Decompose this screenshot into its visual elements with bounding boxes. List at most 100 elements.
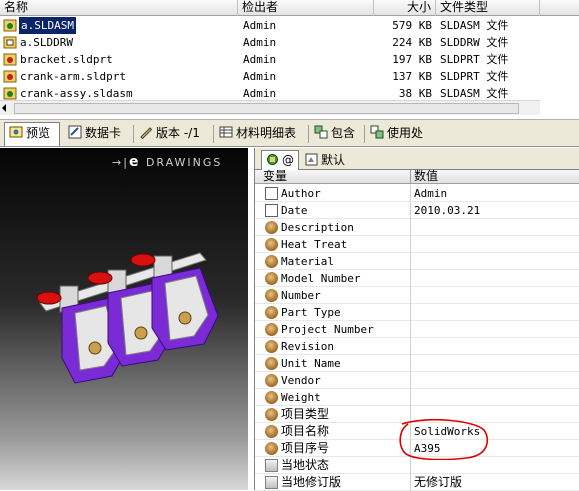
property-value[interactable]: Admin <box>414 185 447 202</box>
tab-preview[interactable]: 预览 <box>4 122 60 146</box>
property-row[interactable]: Date 2010.03.21 <box>255 202 579 219</box>
property-row[interactable]: Material <box>255 253 579 270</box>
file-list: 名称 检出者 大小 文件类型 a.SLDASM Admin 579 KB SLD… <box>0 0 579 117</box>
property-name: Date <box>281 204 308 217</box>
property-row[interactable]: Model Number <box>255 270 579 287</box>
custom-property-icon <box>265 323 278 336</box>
tab-label: 材料明细表 <box>236 126 297 140</box>
preview-pane: →|e DRAWINGS <box>0 148 248 490</box>
sldasm-file-icon <box>3 87 17 100</box>
custom-property-icon <box>265 255 278 268</box>
file-type: SLDPRT 文件 <box>440 53 509 66</box>
property-value[interactable]: SolidWorks <box>414 423 480 440</box>
custom-property-icon <box>265 374 278 387</box>
property-name: Description <box>281 221 354 234</box>
column-header-value[interactable]: 数值 <box>410 170 438 184</box>
column-divider <box>410 270 411 287</box>
custom-property-icon <box>265 425 278 438</box>
tab-label: @ <box>282 153 294 167</box>
property-name: 项目名称 <box>281 424 330 438</box>
property-row[interactable]: 项目序号 A395 <box>255 440 579 457</box>
property-row[interactable]: Unit Name <box>255 355 579 372</box>
custom-property-icon <box>265 306 278 319</box>
property-row[interactable]: Revision <box>255 338 579 355</box>
status-property-icon <box>265 459 278 472</box>
property-row[interactable]: 当地修订版 无修订版 <box>255 474 579 491</box>
horizontal-scrollbar[interactable] <box>0 100 540 115</box>
property-row[interactable]: 项目名称 SolidWorks <box>255 423 579 440</box>
tab-config-at[interactable]: @ <box>261 150 299 171</box>
column-divider <box>410 389 411 406</box>
column-divider <box>410 338 411 355</box>
property-name: Part Type <box>281 306 341 319</box>
file-row[interactable]: a.SLDDRW Admin 224 KB SLDDRW 文件 <box>0 34 540 51</box>
property-name: Unit Name <box>281 357 341 370</box>
property-row[interactable]: Project Number <box>255 321 579 338</box>
file-row[interactable]: bracket.sldprt Admin 197 KB SLDPRT 文件 <box>0 51 540 68</box>
property-name: 当地状态 <box>281 458 330 472</box>
column-divider <box>410 304 411 321</box>
property-row[interactable]: Part Type <box>255 304 579 321</box>
file-row[interactable]: a.SLDASM Admin 579 KB SLDASM 文件 <box>0 17 540 34</box>
file-checked-out-by: Admin <box>243 36 277 49</box>
file-type: SLDASM 文件 <box>440 87 509 100</box>
file-checked-out-by: Admin <box>243 19 277 32</box>
scrollbar-thumb[interactable] <box>14 103 519 114</box>
file-checked-out-by: Admin <box>243 70 277 83</box>
property-row[interactable]: Vendor <box>255 372 579 389</box>
column-divider <box>410 202 411 219</box>
property-row[interactable]: Heat Treat <box>255 236 579 253</box>
status-property-icon <box>265 476 278 489</box>
column-divider <box>410 321 411 338</box>
file-name: a.SLDDRW <box>20 36 73 49</box>
tab-label: 使用处 <box>387 126 424 140</box>
property-row[interactable]: Description <box>255 219 579 236</box>
file-type: SLDASM 文件 <box>440 19 509 32</box>
tab-bom[interactable]: 材料明细表 <box>215 123 307 145</box>
properties-pane: @ 默认 变量 数值 Author Admin Date 2010.03.21 Desc… <box>254 148 579 491</box>
column-header-type[interactable]: 文件类型 <box>436 0 540 16</box>
custom-property-icon <box>265 408 278 421</box>
column-divider <box>410 185 411 202</box>
tab-datacard[interactable]: 数据卡 <box>64 123 130 145</box>
bom-icon <box>219 126 233 138</box>
file-name: crank-arm.sldprt <box>20 70 126 83</box>
default-config-icon <box>305 153 318 166</box>
custom-property-icon <box>265 238 278 251</box>
custom-property-icon <box>265 221 278 234</box>
column-header-size[interactable]: 大小 <box>374 0 436 16</box>
property-row[interactable]: 项目类型 <box>255 406 579 423</box>
tab-where-used[interactable]: 使用处 <box>366 123 434 145</box>
property-row[interactable]: Weight <box>255 389 579 406</box>
custom-property-icon <box>265 391 278 404</box>
property-value[interactable]: 无修订版 <box>414 474 462 491</box>
custom-property-icon <box>265 442 278 455</box>
file-size: 38 KB <box>398 87 432 100</box>
column-divider <box>410 287 411 304</box>
assembly-preview-image <box>36 252 219 384</box>
sldprt-file-icon <box>3 70 17 83</box>
file-name: bracket.sldprt <box>20 53 113 66</box>
document-property-icon <box>265 204 278 217</box>
tab-label: 版本 -/1 <box>156 126 200 140</box>
property-row[interactable]: Number <box>255 287 579 304</box>
file-row[interactable]: crank-arm.sldprt Admin 137 KB SLDPRT 文件 <box>0 68 540 85</box>
column-divider <box>410 406 411 423</box>
column-divider <box>410 474 411 491</box>
column-header-variable[interactable]: 变量 <box>260 170 287 184</box>
property-value[interactable]: A395 <box>414 440 441 457</box>
column-header-checked-out-by[interactable]: 检出者 <box>238 0 374 16</box>
tab-config-default[interactable]: 默认 <box>301 151 363 170</box>
tab-contains[interactable]: 包含 <box>310 123 362 145</box>
property-name: Revision <box>281 340 334 353</box>
property-row[interactable]: 当地状态 <box>255 457 579 474</box>
scroll-left-arrow-icon[interactable] <box>2 104 6 112</box>
where-used-icon <box>370 125 384 139</box>
properties-grid-header: 变量 数值 <box>255 170 579 184</box>
file-row[interactable]: crank-assy.sldasm Admin 38 KB SLDASM 文件 <box>0 85 540 100</box>
column-header-name[interactable]: 名称 <box>0 0 238 16</box>
tab-version[interactable]: 版本 -/1 <box>135 123 211 145</box>
property-value[interactable]: 2010.03.21 <box>414 202 480 219</box>
property-row[interactable]: Author Admin <box>255 185 579 202</box>
custom-property-icon <box>265 272 278 285</box>
